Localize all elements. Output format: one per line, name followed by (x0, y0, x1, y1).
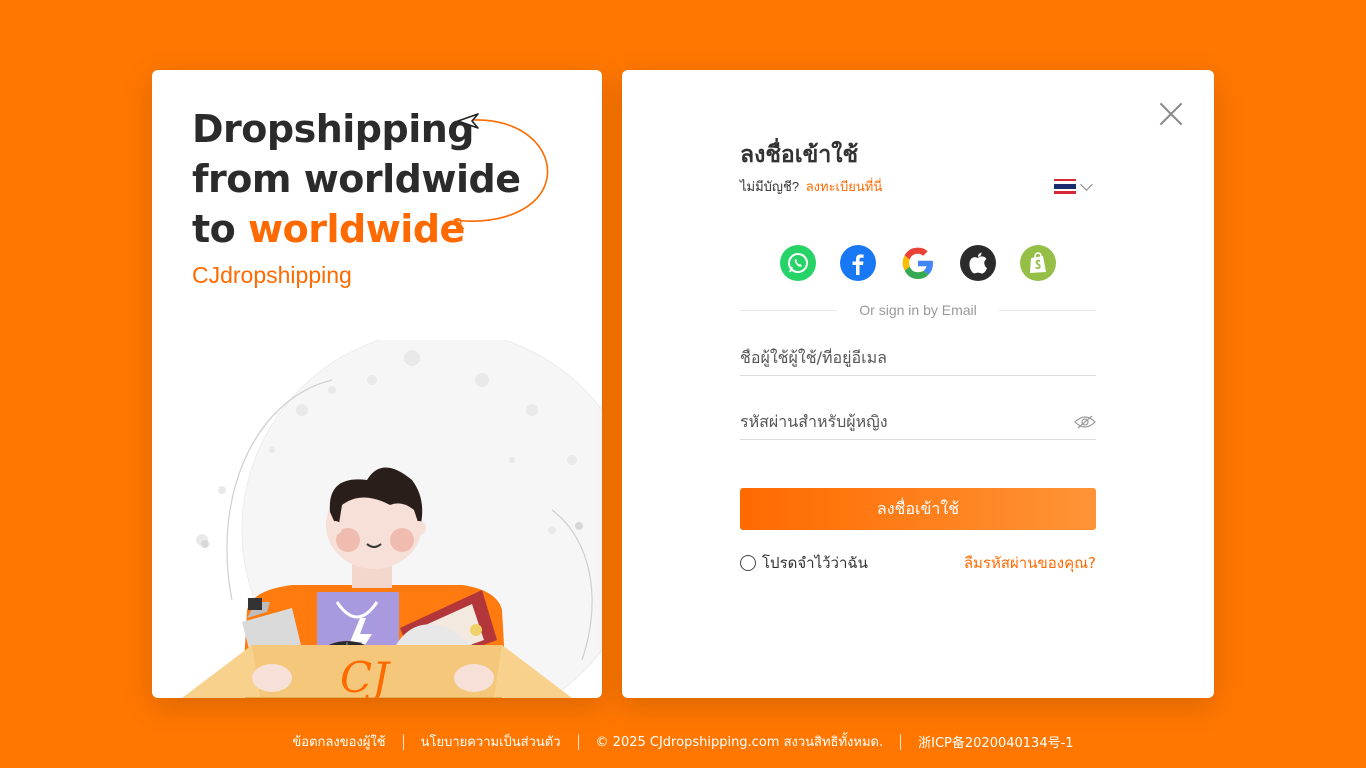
password-input[interactable] (740, 412, 1074, 431)
divider-text: Or sign in by Email (859, 302, 977, 318)
footer-separator (577, 733, 579, 750)
footer: ข้อตกลงของผู้ใช้ นโยบายความเป็นส่วนตัว ©… (0, 731, 1366, 752)
radio-circle-icon (740, 555, 756, 571)
apple-icon[interactable] (960, 245, 996, 281)
login-title: ลงชื่อเข้าใช้ (740, 142, 859, 168)
footer-terms-link[interactable]: ข้อตกลงของผู้ใช้ (292, 731, 385, 752)
language-selector[interactable] (1054, 177, 1098, 195)
footer-privacy-link[interactable]: นโยบายความเป็นส่วนตัว (421, 731, 561, 752)
box-cj-logo: CJ (340, 653, 391, 698)
remember-me-label: โปรดจำไว้ว่าฉัน (762, 554, 868, 572)
remember-me-checkbox[interactable]: โปรดจำไว้ว่าฉัน (740, 551, 868, 575)
username-input[interactable] (740, 348, 1096, 367)
whatsapp-icon[interactable] (780, 245, 816, 281)
email-divider: Or sign in by Email (740, 302, 1097, 318)
footer-copyright: © 2025 CJdropshipping.com สงวนสิทธิทั้งห… (595, 735, 884, 750)
paper-plane-arrow-icon (453, 113, 549, 230)
facebook-icon[interactable] (840, 245, 876, 281)
forgot-password-link[interactable]: ลืมรหัสผ่านของคุณ? (964, 551, 1096, 575)
username-field (740, 340, 1096, 376)
thailand-flag-icon (1054, 178, 1076, 194)
signup-prompt: ไม่มีบัญชี? ลงทะเบียนที่นี่ (740, 176, 882, 197)
login-card: ลงชื่อเข้าใช้ ไม่มีบัญชี? ลงทะเบียนที่นี… (622, 70, 1214, 698)
no-account-text: ไม่มีบัญชี? (740, 179, 800, 194)
login-button[interactable]: ลงชื่อเข้าใช้ (740, 488, 1096, 530)
headline-accent: worldwide (248, 207, 465, 251)
shopify-icon[interactable] (1020, 245, 1056, 281)
google-icon[interactable] (900, 245, 936, 281)
password-field (740, 404, 1096, 440)
register-link[interactable]: ลงทะเบียนที่นี่ (806, 179, 883, 194)
eye-hidden-icon[interactable] (1074, 415, 1096, 429)
close-icon[interactable] (1154, 98, 1186, 130)
footer-separator (402, 733, 404, 750)
social-login-row (780, 245, 1056, 281)
footer-separator (900, 733, 902, 750)
promo-card: Dropshipping from worldwide to worldwide… (152, 70, 602, 698)
footer-icp-link[interactable]: 浙ICP备2020040134号-1 (918, 732, 1073, 751)
brand-name: CJdropshipping (192, 262, 352, 288)
headline-line-3-prefix: to (192, 207, 249, 251)
chevron-down-icon (1080, 177, 1093, 191)
delivery-box-illustration: CJ (182, 340, 602, 698)
